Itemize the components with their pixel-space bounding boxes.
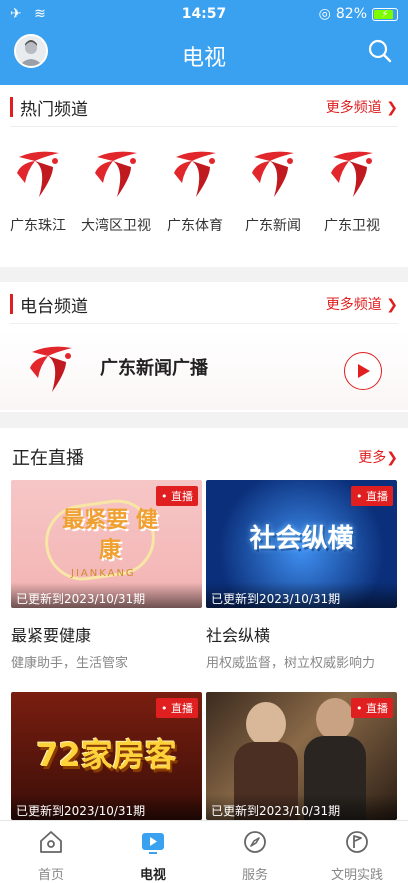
live-program-card[interactable]: • 直播 已更新到2023/10/31期: [206, 692, 397, 820]
program-thumbnail: 72家房客 • 直播 已更新到2023/10/31期: [11, 692, 202, 820]
channel-name: 广东新闻: [245, 218, 301, 234]
gdtv-logo-icon: [30, 346, 72, 392]
radio-name: 广东新闻广播: [100, 358, 208, 379]
tv-icon: [142, 833, 164, 854]
gdtv-logo-icon: [331, 151, 373, 197]
person-figure: [246, 702, 286, 746]
section-title: 热门频道: [20, 100, 88, 120]
tab-label: 文明实践: [330, 868, 383, 883]
channel-item[interactable]: 大湾区卫视: [76, 143, 156, 235]
section-accent-bar: [10, 294, 13, 314]
tab-label: 电视: [139, 868, 166, 883]
program-title: 社会纵横: [206, 626, 271, 645]
gdtv-logo-icon: [95, 151, 137, 197]
more-channels-link[interactable]: 更多频道 ❯: [326, 97, 398, 117]
flag-badge-icon: [346, 831, 368, 853]
section-title: 正在直播: [12, 448, 84, 469]
live-badge: • 直播: [156, 486, 198, 506]
channel-item[interactable]: 广东新闻: [233, 143, 313, 235]
status-bar: ✈ ≋ 14:57 ◎ 82% ⚡: [0, 0, 408, 30]
home-icon: [40, 831, 62, 853]
channel-item[interactable]: 广东体育: [155, 143, 235, 235]
thumb-title: 72家房客: [36, 736, 177, 774]
divider: [10, 126, 398, 127]
channel-name: 广东珠江: [10, 218, 66, 234]
updated-text: 已更新到2023/10/31期: [206, 794, 397, 820]
channel-name: 广东体育: [167, 218, 223, 234]
tab-label: 服务: [241, 868, 268, 883]
battery-percent: 82%: [335, 6, 367, 22]
gdtv-logo-icon: [17, 151, 59, 197]
more-live-link[interactable]: 更多❯: [358, 447, 398, 467]
gdtv-logo-icon: [252, 151, 294, 197]
program-thumbnail: • 直播 已更新到2023/10/31期: [206, 692, 397, 820]
orientation-lock-icon: ◎: [318, 6, 331, 22]
section-accent-bar: [10, 97, 13, 117]
gdtv-logo-icon: [174, 151, 216, 197]
channel-list: 广东珠江 大湾区卫视 广东体育 广东新闻 广东卫视: [0, 143, 408, 263]
updated-text: 已更新到2023/10/31期: [206, 582, 397, 608]
divider: [10, 323, 398, 324]
compass-icon: [244, 831, 266, 853]
live-program-card[interactable]: 72家房客 • 直播 已更新到2023/10/31期: [11, 692, 202, 820]
tab-label: 首页: [37, 868, 64, 883]
channel-name: 广东卫视: [324, 218, 380, 234]
thumb-subtitle: JIANKANG: [71, 568, 136, 579]
battery-icon: ⚡: [372, 7, 398, 21]
channel-item[interactable]: 广东珠江: [0, 143, 78, 235]
search-icon[interactable]: [366, 37, 394, 65]
more-radio-link[interactable]: 更多频道 ❯: [326, 294, 398, 314]
section-title: 电台频道: [20, 297, 88, 317]
radio-item[interactable]: 广东新闻广播: [0, 330, 408, 410]
page-title: 电视: [181, 46, 226, 71]
channel-item[interactable]: 广东卫视: [312, 143, 392, 235]
bottom-tab-bar: 首页 电视 服务 文明实践: [0, 820, 408, 883]
live-program-card[interactable]: 社会纵横 • 直播 已更新到2023/10/31期 社会纵横 用权威监督，树立权…: [206, 480, 397, 671]
channel-name: 大湾区卫视: [81, 218, 151, 234]
program-title: 最紧要健康: [11, 626, 92, 645]
hot-channels-section: 热门频道 更多频道 ❯ 广东珠江 大湾区卫视 广东体育 广东新闻 广东卫视: [0, 85, 408, 267]
tab-service[interactable]: 服务: [204, 821, 306, 883]
updated-text: 已更新到2023/10/31期: [11, 794, 202, 820]
program-desc: 用权威监督，树立权威影响力: [206, 656, 376, 671]
tab-civilization-practice[interactable]: 文明实践: [306, 821, 408, 883]
live-program-card[interactable]: 最紧要 健康 JIANKANG • 直播 已更新到2023/10/31期 最紧要…: [11, 480, 202, 671]
tab-tv[interactable]: 电视: [102, 821, 204, 883]
thumb-title: 最紧要 健康: [62, 508, 158, 563]
play-button[interactable]: [344, 352, 382, 390]
program-thumbnail: 社会纵横 • 直播 已更新到2023/10/31期: [206, 480, 397, 608]
program-desc: 健康助手，生活管家: [11, 656, 129, 671]
program-thumbnail: 最紧要 健康 JIANKANG • 直播 已更新到2023/10/31期: [11, 480, 202, 608]
top-nav-bar: 电视: [0, 30, 408, 85]
radio-channels-section: 电台频道 更多频道 ❯ 广东新闻广播: [0, 282, 408, 412]
person-figure: [316, 698, 354, 740]
live-badge: • 直播: [351, 486, 393, 506]
live-badge: • 直播: [156, 698, 198, 718]
updated-text: 已更新到2023/10/31期: [11, 582, 202, 608]
tab-home[interactable]: 首页: [0, 821, 102, 883]
live-badge: • 直播: [351, 698, 393, 718]
thumb-title: 社会纵横: [249, 524, 354, 554]
live-section: 正在直播 更多❯ 最紧要 健康 JIANKANG • 直播 已更新到2023/1…: [0, 428, 408, 820]
play-icon: [358, 364, 370, 378]
